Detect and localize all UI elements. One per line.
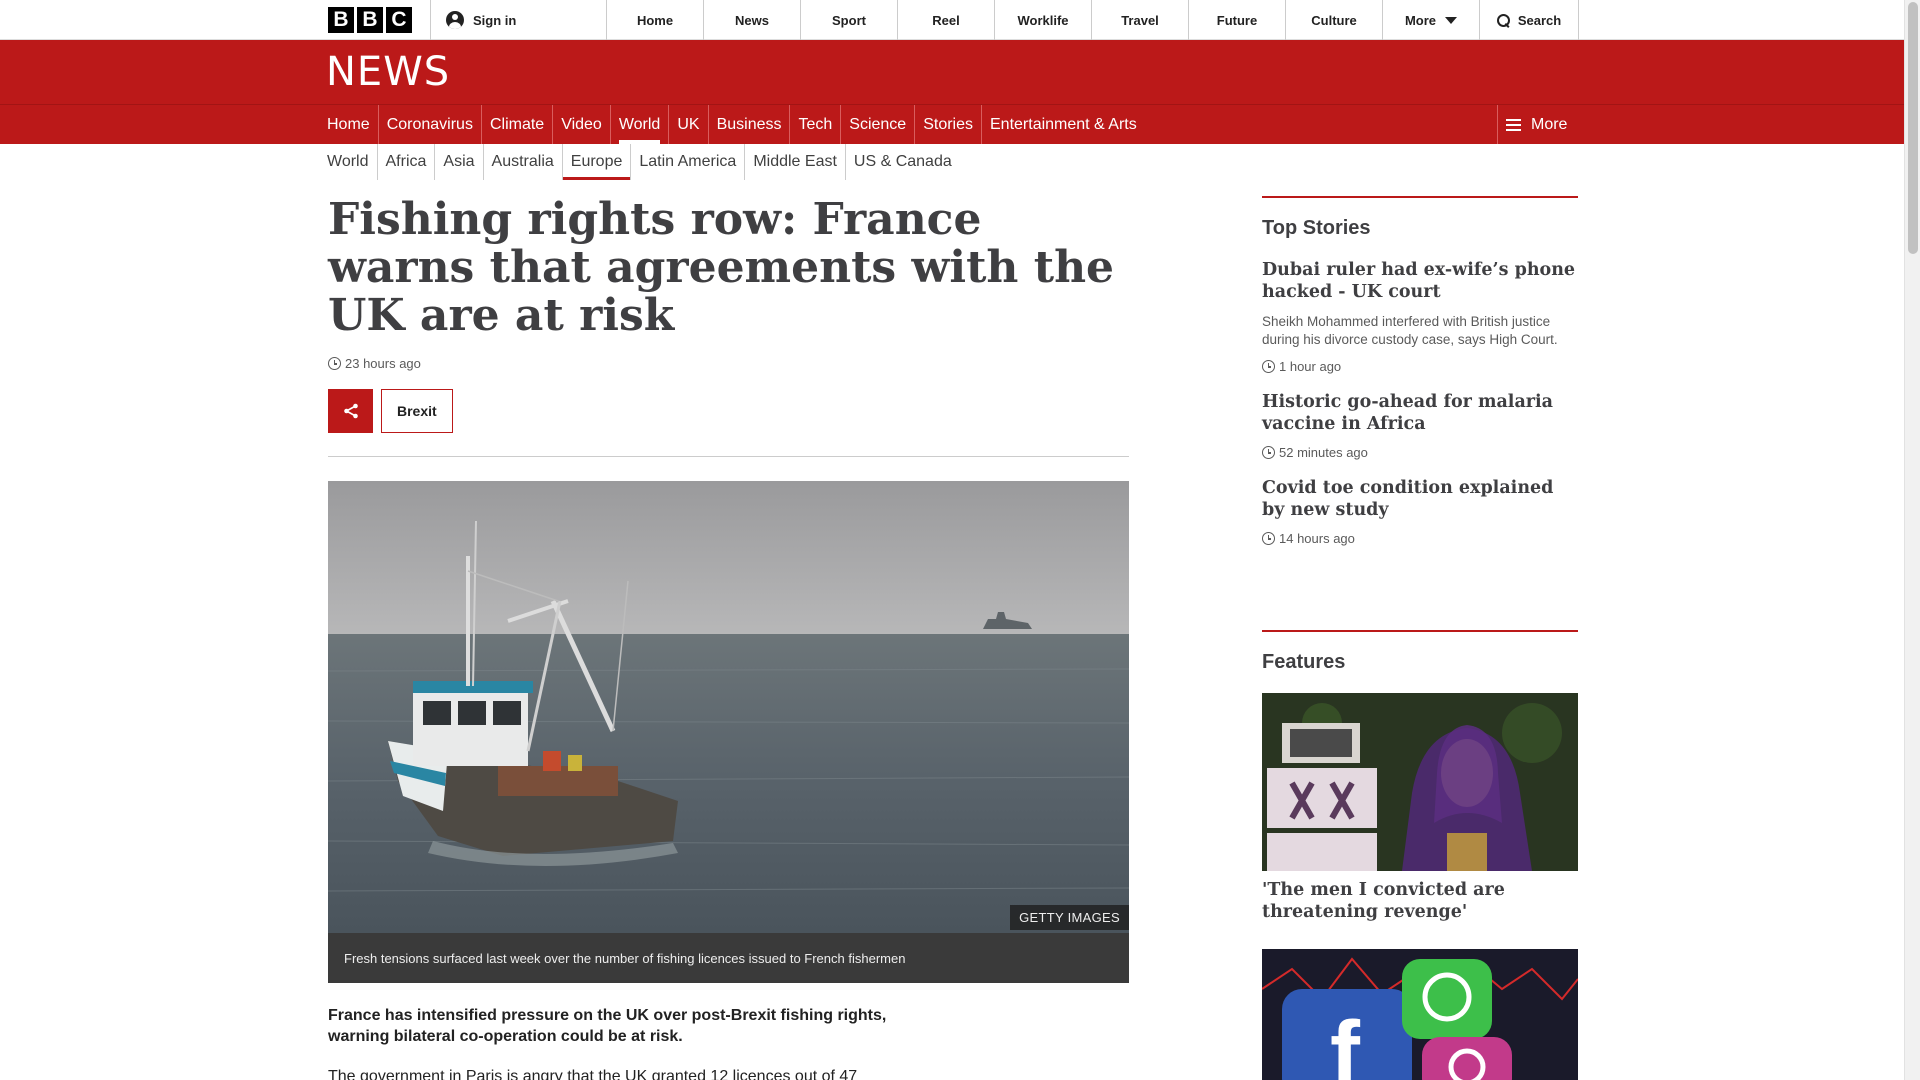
section-video[interactable]: Video (552, 105, 610, 144)
section-more-label: More (1531, 115, 1568, 133)
article-timestamp: 23 hours ago (328, 356, 421, 371)
top-story-summary: Sheikh Mohammed interfered with British … (1262, 314, 1558, 347)
top-story-item[interactable]: Historic go-ahead for malaria vaccine in… (1262, 391, 1578, 460)
svg-text:f: f (1330, 1004, 1361, 1080)
top-stories-title: Top Stories (1262, 217, 1371, 239)
features-title: Features (1262, 651, 1346, 673)
section-world[interactable]: World (609, 105, 669, 144)
global-nav-future[interactable]: Future (1189, 0, 1286, 40)
article-timestamp-text: 23 hours ago (345, 356, 421, 371)
hamburger-icon (1506, 118, 1521, 131)
subnav-world[interactable]: World (327, 144, 377, 180)
sign-in-button[interactable]: Sign in (430, 0, 607, 40)
clock-icon (1262, 532, 1275, 545)
subnav-latin-america[interactable]: Latin America (630, 144, 744, 180)
article-hero-image: GETTY IMAGES Fresh tensions surfaced las… (328, 481, 1129, 983)
news-section-nav: Home Coronavirus Climate Video World UK … (0, 104, 1904, 144)
bbc-logo-letter: C (386, 7, 412, 33)
bbc-logo-letter: B (357, 7, 383, 33)
subnav-europe[interactable]: Europe (561, 144, 631, 180)
global-nav-sport[interactable]: Sport (801, 0, 898, 40)
bbc-logo-letter: B (328, 7, 354, 33)
chevron-down-icon (1445, 16, 1458, 24)
section-coronavirus[interactable]: Coronavirus (377, 105, 481, 144)
global-nav-travel[interactable]: Travel (1092, 0, 1189, 40)
section-tech[interactable]: Tech (789, 105, 840, 144)
global-nav-reel[interactable]: Reel (898, 0, 995, 40)
subnav-us-canada[interactable]: US & Canada (844, 144, 960, 180)
bbc-logo[interactable]: B B C (328, 7, 412, 33)
feature-image[interactable]: f (1262, 949, 1578, 1080)
news-wordmark[interactable]: NEWS (326, 49, 450, 95)
top-story-time-text: 1 hour ago (1279, 359, 1342, 374)
section-uk[interactable]: UK (668, 105, 707, 144)
scrollbar-thumb[interactable] (1908, 2, 1918, 254)
top-story-item[interactable]: Covid toe condition explained by new stu… (1262, 477, 1578, 546)
section-home[interactable]: Home (327, 105, 378, 144)
global-nav-more-button[interactable]: More (1383, 0, 1480, 40)
top-story-time-text: 14 hours ago (1279, 531, 1355, 546)
topic-tag-brexit[interactable]: Brexit (381, 389, 453, 433)
top-story-time: 1 hour ago (1262, 359, 1578, 374)
search-label: Search (1517, 12, 1562, 28)
section-entertainment-arts[interactable]: Entertainment & Arts (981, 105, 1145, 144)
share-button[interactable] (328, 389, 373, 433)
global-nav-more-label: More (1404, 12, 1437, 28)
top-story-title[interactable]: Covid toe condition explained by new stu… (1262, 477, 1578, 521)
image-credit: GETTY IMAGES (1010, 905, 1129, 930)
top-story-time-text: 52 minutes ago (1279, 445, 1368, 460)
fishing-boat-photo (328, 481, 1129, 933)
global-nav-culture[interactable]: Culture (1286, 0, 1383, 40)
section-business[interactable]: Business (707, 105, 790, 144)
features-rule (1262, 630, 1578, 632)
world-subnav: World Africa Asia Australia Europe Latin… (327, 144, 960, 180)
news-header: NEWS (0, 40, 1904, 104)
top-stories-panel: Top Stories Dubai ruler had ex-wife’s ph… (1262, 196, 1578, 563)
features-panel: Features 'The men I convicted are threat… (1262, 630, 1578, 1080)
article-lede: France has intensified pressure on the U… (328, 1007, 887, 1045)
section-stories[interactable]: Stories (914, 105, 981, 144)
sign-in-label: Sign in (473, 12, 517, 28)
global-nav-news[interactable]: News (704, 0, 801, 40)
subnav-asia[interactable]: Asia (434, 144, 482, 180)
image-caption: Fresh tensions surfaced last week over t… (328, 933, 1129, 983)
top-story-time: 14 hours ago (1262, 531, 1578, 546)
feature-photo (1262, 693, 1578, 871)
search-icon (1496, 13, 1510, 27)
article-paragraph: The government in Paris is angry that th… (328, 1068, 858, 1080)
top-story-item[interactable]: Dubai ruler had ex-wife’s phone hacked -… (1262, 259, 1578, 374)
subnav-australia[interactable]: Australia (482, 144, 562, 180)
clock-icon (1262, 446, 1275, 459)
global-nav-worklife[interactable]: Worklife (995, 0, 1092, 40)
divider (328, 456, 1129, 457)
global-nav-home[interactable]: Home (607, 0, 704, 40)
subnav-africa[interactable]: Africa (376, 144, 435, 180)
subnav-middle-east[interactable]: Middle East (744, 144, 845, 180)
section-more-button[interactable]: More (1497, 105, 1567, 144)
section-climate[interactable]: Climate (480, 105, 552, 144)
share-icon (343, 403, 358, 419)
page-scrollbar[interactable] (1904, 0, 1920, 1080)
top-story-time: 52 minutes ago (1262, 445, 1578, 460)
article-headline: Fishing rights row: France warns that ag… (328, 194, 1115, 341)
global-nav: Home News Sport Reel Worklife Travel Fut… (607, 0, 1579, 40)
clock-icon (328, 357, 341, 370)
social-media-apps-photo: f (1262, 949, 1578, 1080)
feature-image[interactable] (1262, 693, 1578, 871)
bbc-global-bar: B B C Sign in Home News Sport Reel Workl… (0, 0, 1920, 40)
top-story-title[interactable]: Historic go-ahead for malaria vaccine in… (1262, 391, 1578, 435)
top-stories-rule (1262, 196, 1578, 198)
clock-icon (1262, 360, 1275, 373)
feature-title[interactable]: 'The men I convicted are threatening rev… (1262, 879, 1578, 923)
user-icon (446, 11, 464, 29)
feature-item[interactable]: 'The men I convicted are threatening rev… (1262, 693, 1578, 923)
top-story-title[interactable]: Dubai ruler had ex-wife’s phone hacked -… (1262, 259, 1578, 303)
section-science[interactable]: Science (840, 105, 914, 144)
search-button[interactable]: Search (1480, 0, 1579, 40)
